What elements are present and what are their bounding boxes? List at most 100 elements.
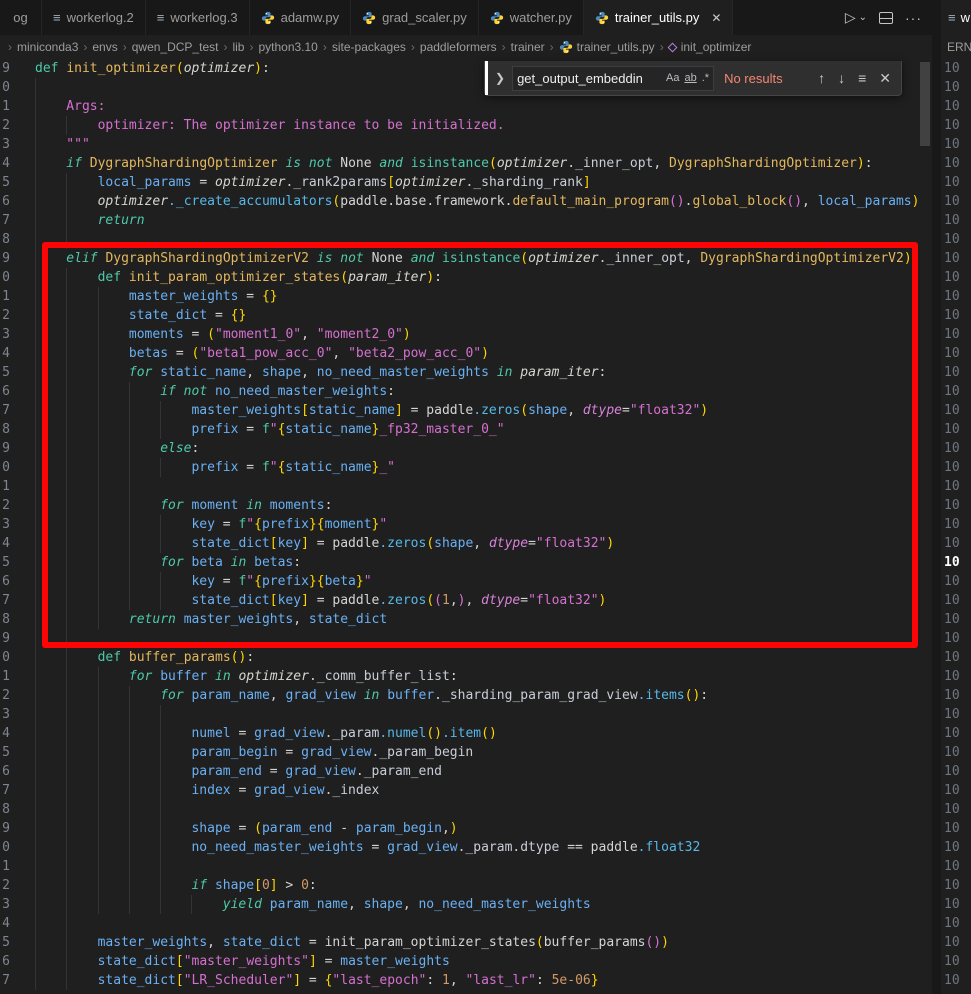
tab-secondary[interactable]: ≡ w	[941, 0, 971, 35]
breadcrumb-separator: ›	[323, 40, 327, 54]
line-number: 10	[944, 401, 971, 420]
breadcrumb-item-python3.10[interactable]: python3.10	[258, 40, 317, 54]
tab-label: watcher.py	[510, 10, 572, 25]
code-text: state_dict = {}	[35, 306, 246, 325]
line-number: 10	[944, 819, 971, 838]
breadcrumb-label: paddleformers	[420, 40, 497, 54]
line-number: 1	[0, 287, 10, 306]
find-resize-sash[interactable]	[485, 61, 488, 95]
breadcrumb-separator: ›	[223, 40, 227, 54]
code-text	[35, 78, 66, 97]
breadcrumb-separator: ›	[123, 40, 127, 54]
editor-group-divider[interactable]	[932, 0, 941, 994]
code-line: 3 """	[0, 135, 932, 154]
breadcrumb-item-envs[interactable]: envs	[92, 40, 117, 54]
line-number: 8	[0, 610, 10, 629]
line-number: 10	[944, 572, 971, 591]
close-icon[interactable]: ✕	[711, 11, 721, 25]
line-number: 7	[0, 401, 10, 420]
breadcrumb-item-lib[interactable]: lib	[232, 40, 244, 54]
breadcrumb-separator: ›	[411, 40, 415, 54]
code-text: optimizer: The optimizer instance to be …	[35, 116, 505, 135]
log-file-icon: ≡	[948, 11, 956, 24]
breadcrumb-item-paddleformers[interactable]: paddleformers	[420, 40, 497, 54]
line-number: 10	[944, 306, 971, 325]
search-input[interactable]	[517, 71, 661, 86]
line-number: 9	[0, 439, 10, 458]
line-number: 10	[944, 135, 971, 154]
code-text	[35, 800, 191, 819]
line-number: 2	[0, 306, 10, 325]
code-line: 8	[0, 230, 932, 249]
tab-watcher.py[interactable]: watcher.py	[479, 0, 584, 35]
code-line: 5 param_begin = grad_view._param_begin	[0, 743, 932, 762]
tab-grad_scaler.py[interactable]: grad_scaler.py	[351, 0, 479, 35]
code-line: 1	[0, 857, 932, 876]
tab-partial[interactable]: og	[0, 0, 42, 35]
line-number: 10	[944, 743, 971, 762]
code-line: 7 state_dict["LR_Scheduler"] = {"last_ep…	[0, 971, 932, 990]
breadcrumb-separator: ›	[249, 40, 253, 54]
line-number: 10	[944, 648, 971, 667]
tab-workerlog.3[interactable]: ≡workerlog.3	[146, 0, 250, 35]
breadcrumb-separator: ›	[502, 40, 506, 54]
breadcrumb-item-trainer_utils.py[interactable]: trainer_utils.py	[559, 40, 655, 54]
find-in-selection-icon[interactable]: ≡	[858, 70, 866, 86]
breadcrumb-item-site-packages[interactable]: site-packages	[332, 40, 406, 54]
breadcrumb-item-miniconda3[interactable]: miniconda3	[17, 40, 78, 54]
code-line: 7 master_weights[static_name] = paddle.z…	[0, 401, 932, 420]
line-number: 0	[0, 458, 10, 477]
breadcrumb-item-trainer[interactable]: trainer	[511, 40, 545, 54]
code-text: Args:	[35, 97, 105, 116]
previous-match-icon[interactable]: ↑	[818, 70, 825, 86]
line-number: 10	[944, 458, 971, 477]
code-text	[35, 914, 98, 933]
line-number: 5	[0, 933, 10, 952]
code-text: state_dict[key] = paddle.zeros((1,), dty…	[35, 591, 606, 610]
split-editor-icon[interactable]	[879, 12, 893, 24]
line-number: 10	[944, 363, 971, 382]
line-number: 1	[0, 857, 10, 876]
breadcrumb-label: qwen_DCP_test	[132, 40, 219, 54]
find-nav: ↑ ↓ ≡ ✕	[818, 70, 891, 87]
code-editor[interactable]: 9 def init_optimizer(optimizer): 0 1 Args:…	[0, 59, 932, 994]
code-text	[35, 857, 191, 876]
breadcrumb-item-init_optimizer[interactable]: init_optimizer	[669, 40, 752, 54]
line-number: 1	[0, 477, 10, 496]
line-number: 10	[944, 116, 971, 135]
code-line: 1 master_weights = {}	[0, 287, 932, 306]
tab-trainer_utils.py[interactable]: trainer_utils.py✕	[584, 0, 734, 35]
code-text: master_weights, state_dict = init_param_…	[35, 933, 669, 952]
regex-icon[interactable]: .*	[702, 72, 709, 84]
tab-label: og	[13, 10, 27, 25]
whole-word-icon[interactable]: ab	[684, 72, 696, 84]
code-text: master_weights[static_name] = paddle.zer…	[35, 401, 708, 420]
editor-scrollbar[interactable]	[920, 62, 930, 146]
code-text: state_dict["master_weights"] = master_we…	[35, 952, 450, 971]
code-text: return master_weights, state_dict	[35, 610, 387, 629]
breadcrumb-label: lib	[232, 40, 244, 54]
line-number: 10	[944, 420, 971, 439]
tab-workerlog.2[interactable]: ≡workerlog.2	[42, 0, 146, 35]
close-icon[interactable]: ✕	[879, 70, 891, 87]
line-number: 9	[0, 629, 10, 648]
code-text: def buffer_params():	[35, 648, 254, 667]
line-number: 0	[0, 268, 10, 287]
code-text: for param_name, grad_view in buffer._sha…	[35, 686, 708, 705]
tab-bar-tabs: ≡workerlog.2≡workerlog.3adamw.pygrad_sca…	[42, 0, 733, 35]
breadcrumb-item-qwen_DCP_test[interactable]: qwen_DCP_test	[132, 40, 219, 54]
next-match-icon[interactable]: ↓	[838, 70, 845, 86]
match-case-icon[interactable]: Aa	[666, 72, 679, 84]
code-text: index = grad_view._index	[35, 781, 379, 800]
tab-adamw.py[interactable]: adamw.py	[250, 0, 352, 35]
run-button[interactable]: ▷ ⌄	[845, 9, 867, 26]
secondary-breadcrumb[interactable]: ERN	[941, 35, 971, 59]
more-actions-icon[interactable]: ···	[905, 10, 922, 26]
code-line: 5 master_weights, state_dict = init_para…	[0, 933, 932, 952]
toggle-replace-chevron-icon[interactable]: ❯	[495, 71, 505, 85]
code-text: if shape[0] > 0:	[35, 876, 317, 895]
code-text: def init_optimizer(optimizer):	[35, 59, 270, 78]
python-icon	[559, 40, 573, 54]
code-line: 5 local_params = optimizer._rank2params[…	[0, 173, 932, 192]
code-line: 9	[0, 629, 932, 648]
